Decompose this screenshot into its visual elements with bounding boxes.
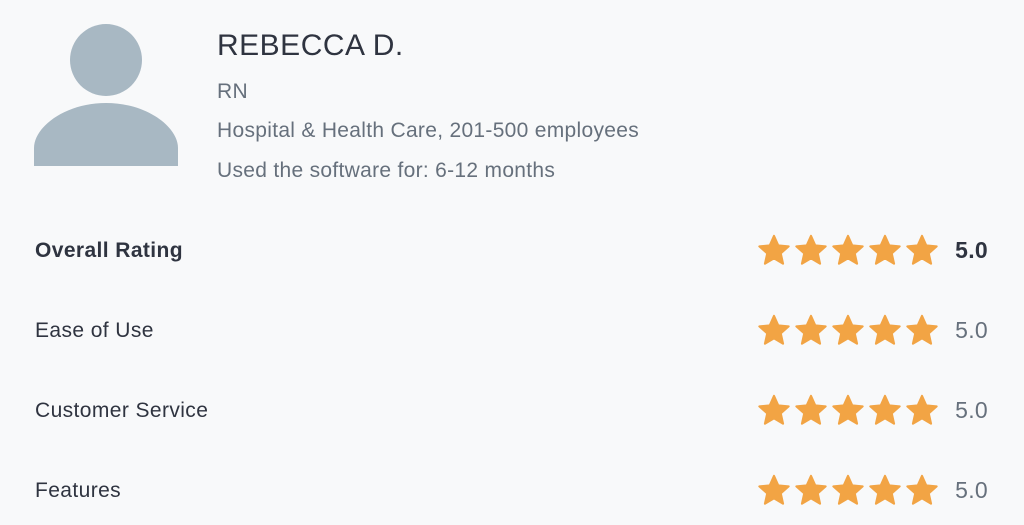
rating-row-features: Features 5.0 (35, 473, 988, 513)
rating-row-overall: Overall Rating 5.0 (35, 233, 988, 273)
star-icon (832, 394, 864, 425)
rating-label: Overall Rating (35, 239, 183, 262)
star-icon (758, 474, 790, 505)
star-icon (906, 474, 938, 505)
rating-score: 5.0 (955, 237, 988, 263)
rating-score: 5.0 (955, 397, 988, 423)
star-icon (795, 314, 827, 345)
star-icon (832, 474, 864, 505)
star-icon (869, 314, 901, 345)
star-icon (906, 314, 938, 345)
reviewer-avatar (34, 24, 178, 166)
star-icon (795, 474, 827, 505)
reviewer-info: REBECCA D. RN Hospital & Health Care, 20… (217, 28, 639, 182)
rating-label: Customer Service (35, 399, 209, 422)
rating-label: Ease of Use (35, 319, 154, 342)
star-rating (757, 474, 939, 508)
star-icon (795, 234, 827, 265)
star-icon (869, 474, 901, 505)
rating-label: Features (35, 479, 122, 502)
reviewer-title: RN (217, 80, 248, 103)
star-icon (758, 394, 790, 425)
reviewer-usage: Used the software for: 6-12 months (217, 159, 556, 182)
star-rating (757, 234, 939, 268)
star-icon (795, 394, 827, 425)
user-silhouette-icon (34, 24, 178, 166)
star-icon (906, 394, 938, 425)
rating-score: 5.0 (955, 477, 988, 503)
rating-row-customer-service: Customer Service 5.0 (35, 393, 988, 433)
reviewer-industry: Hospital & Health Care, 201-500 employee… (217, 119, 640, 142)
star-rating (757, 394, 939, 428)
star-icon (906, 234, 938, 265)
star-icon (869, 234, 901, 265)
star-icon (869, 394, 901, 425)
rating-row-ease-of-use: Ease of Use 5.0 (35, 313, 988, 353)
rating-score: 5.0 (955, 317, 988, 343)
star-icon (832, 314, 864, 345)
reviewer-name: REBECCA D. (217, 29, 404, 62)
star-icon (758, 314, 790, 345)
star-rating (757, 314, 939, 348)
star-icon (758, 234, 790, 265)
star-icon (832, 234, 864, 265)
